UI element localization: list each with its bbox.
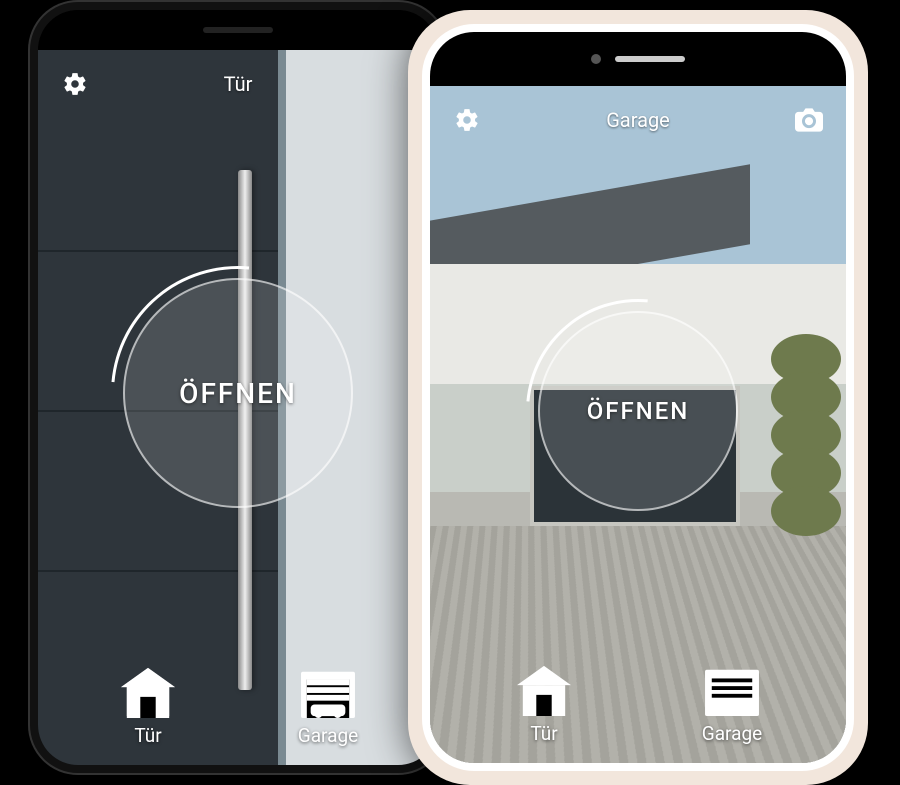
speaker-slot [615,56,685,62]
android-app-screen: Tür ÖFFNEN [38,50,438,765]
garage-icon [297,666,359,718]
app-header: Garage [430,96,846,144]
camera-button[interactable] [794,105,824,135]
scene-tree [756,346,846,606]
nav-label-door: Tür [530,722,557,745]
nav-label-garage: Garage [298,724,358,747]
android-screen-wrap: Tür ÖFFNEN [38,10,438,765]
header-title: Tür [224,72,253,96]
settings-button[interactable] [60,69,90,99]
camera-icon [795,108,823,132]
garage-icon [701,664,763,716]
speaker-slot [203,27,273,33]
settings-button[interactable] [452,105,482,135]
iphone-screen-wrap: Garage ÖFFNEN Tür [430,32,846,763]
front-camera [591,54,601,64]
android-hardware-bar [38,10,438,50]
app-header: Tür [38,60,438,108]
nav-item-garage[interactable]: Garage [701,664,763,745]
iphone-hardware-bar [430,32,846,86]
header-title: Garage [606,108,670,132]
iphone-app-screen: Garage ÖFFNEN Tür [430,86,846,763]
nav-item-garage[interactable]: Garage [297,666,359,747]
open-button-wrap: ÖFFNEN [123,278,353,508]
house-icon [513,664,575,716]
gear-icon [62,71,88,97]
nav-item-door[interactable]: Tür [117,666,179,747]
house-icon [117,666,179,718]
bottom-nav: Tür Garage [38,666,438,747]
gear-icon [454,107,480,133]
nav-item-door[interactable]: Tür [513,664,575,745]
iphone-inner-ring: Garage ÖFFNEN Tür [422,24,854,771]
nav-label-garage: Garage [702,722,762,745]
open-button-wrap: ÖFFNEN [538,311,738,511]
nav-label-door: Tür [134,724,161,747]
bottom-nav: Tür Garage [430,664,846,745]
iphone-frame: Garage ÖFFNEN Tür [408,10,868,785]
android-phone-frame: Tür ÖFFNEN [28,0,448,775]
